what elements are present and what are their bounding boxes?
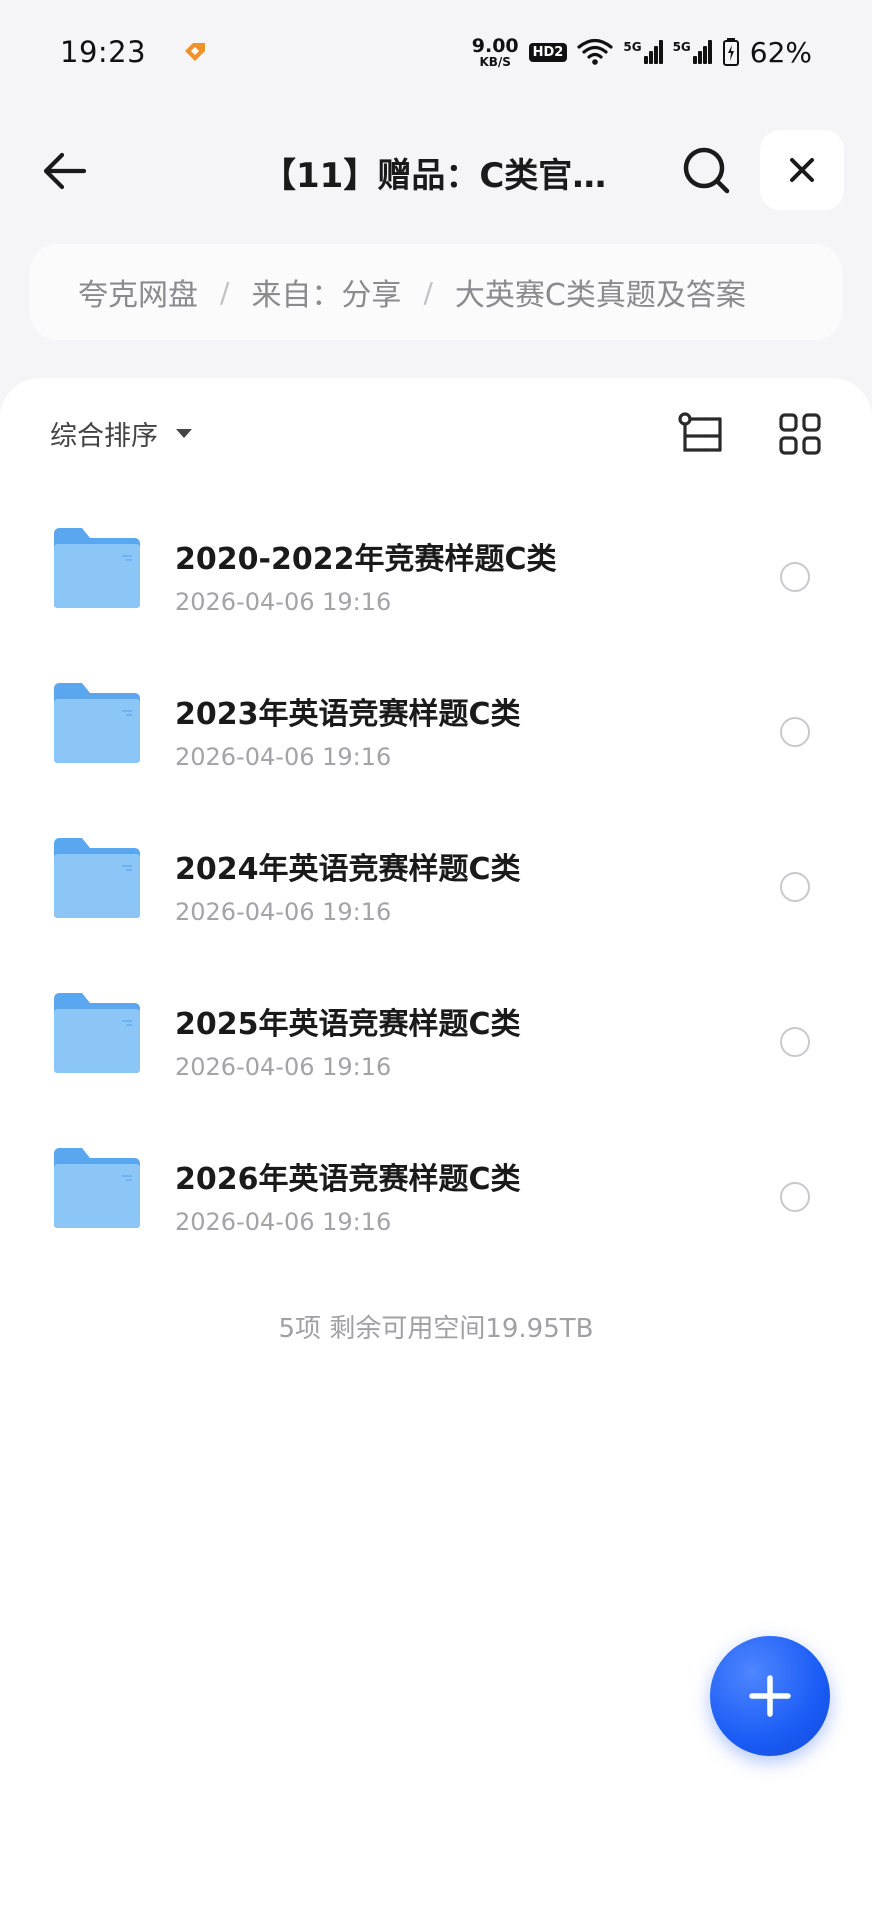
arrow-left-icon[interactable] — [40, 146, 90, 196]
add-button[interactable] — [710, 1636, 830, 1756]
breadcrumb-item-share[interactable]: 来自：分享 — [251, 270, 401, 314]
signal-2-label: 5G — [672, 40, 691, 54]
file-row[interactable]: 2025年英语竞赛样题C类 2026-04-06 19:16 — [0, 961, 872, 1116]
signal-2-icon: 5G — [673, 40, 712, 64]
file-name: 2023年英语竞赛样题C类 — [175, 697, 521, 732]
grid-view-icon[interactable] — [778, 412, 822, 456]
breadcrumb-separator: / — [220, 275, 230, 309]
app-notification-icon — [185, 43, 206, 61]
file-date: 2026-04-06 19:16 — [175, 588, 392, 616]
signal-1-label: 5G — [623, 40, 642, 54]
file-date: 2026-04-06 19:16 — [175, 743, 392, 771]
file-name: 2026年英语竞赛样题C类 — [175, 1162, 521, 1197]
folder-icon — [54, 993, 140, 1073]
file-date: 2026-04-06 19:16 — [175, 1053, 392, 1081]
file-row[interactable]: 2020-2022年竞赛样题C类 2026-04-06 19:16 — [0, 496, 872, 651]
breadcrumb: 夸克网盘 / 来自：分享 / 大英赛C类真题及答案 — [30, 244, 842, 340]
file-row[interactable]: 2023年英语竞赛样题C类 2026-04-06 19:16 — [0, 651, 872, 806]
breadcrumb-separator: / — [423, 275, 433, 309]
folder-icon — [54, 528, 140, 608]
file-row[interactable]: 2026年英语竞赛样题C类 2026-04-06 19:16 — [0, 1116, 872, 1271]
navigation-header: 【11】赠品：C类官… — [0, 120, 872, 220]
caret-down-icon — [176, 429, 192, 438]
network-speed: 9.00 KB/S — [471, 34, 519, 69]
file-date: 2026-04-06 19:16 — [175, 1208, 392, 1236]
network-speed-value: 9.00 — [471, 34, 519, 57]
file-name: 2020-2022年竞赛样题C类 — [175, 542, 557, 577]
status-icons: 9.00 KB/S HD2 5G 5G 62% — [472, 36, 812, 69]
signal-1-icon: 5G — [623, 40, 663, 64]
plus-icon — [749, 1675, 791, 1717]
select-radio[interactable] — [780, 872, 810, 902]
select-radio[interactable] — [780, 1027, 810, 1057]
file-name: 2024年英语竞赛样题C类 — [175, 852, 521, 887]
select-radio[interactable] — [780, 1182, 810, 1212]
breadcrumb-item-folder[interactable]: 大英赛C类真题及答案 — [455, 270, 746, 314]
hd-badge: HD2 — [528, 42, 568, 62]
storage-summary: 5项 剩余可用空间19.95TB — [278, 1314, 594, 1344]
tree-view-icon[interactable] — [676, 410, 726, 460]
select-radio[interactable] — [780, 717, 810, 747]
breadcrumb-item-root[interactable]: 夸克网盘 — [78, 270, 198, 314]
folder-icon — [54, 838, 140, 918]
page-title: 【11】赠品：C类官… — [262, 156, 607, 196]
file-list: 2020-2022年竞赛样题C类 2026-04-06 19:16 2023年英… — [0, 496, 872, 1271]
file-name: 2025年英语竞赛样题C类 — [175, 1007, 521, 1042]
battery-level: 62% — [749, 35, 812, 69]
file-row[interactable]: 2024年英语竞赛样题C类 2026-04-06 19:16 — [0, 806, 872, 961]
folder-icon — [54, 683, 140, 763]
status-time: 19:23 — [60, 35, 147, 69]
file-date: 2026-04-06 19:16 — [175, 898, 392, 926]
network-speed-unit: KB/S — [479, 54, 511, 69]
select-radio[interactable] — [780, 562, 810, 592]
folder-icon — [54, 1148, 140, 1228]
search-icon[interactable] — [680, 144, 732, 196]
close-button[interactable] — [760, 130, 844, 210]
battery-icon — [722, 38, 739, 66]
wifi-icon — [577, 38, 613, 65]
sort-label: 综合排序 — [50, 421, 158, 452]
close-icon — [790, 158, 814, 182]
status-bar: 19:23 9.00 KB/S HD2 5G 5G 62% — [0, 0, 872, 104]
sort-dropdown[interactable]: 综合排序 — [50, 414, 192, 453]
